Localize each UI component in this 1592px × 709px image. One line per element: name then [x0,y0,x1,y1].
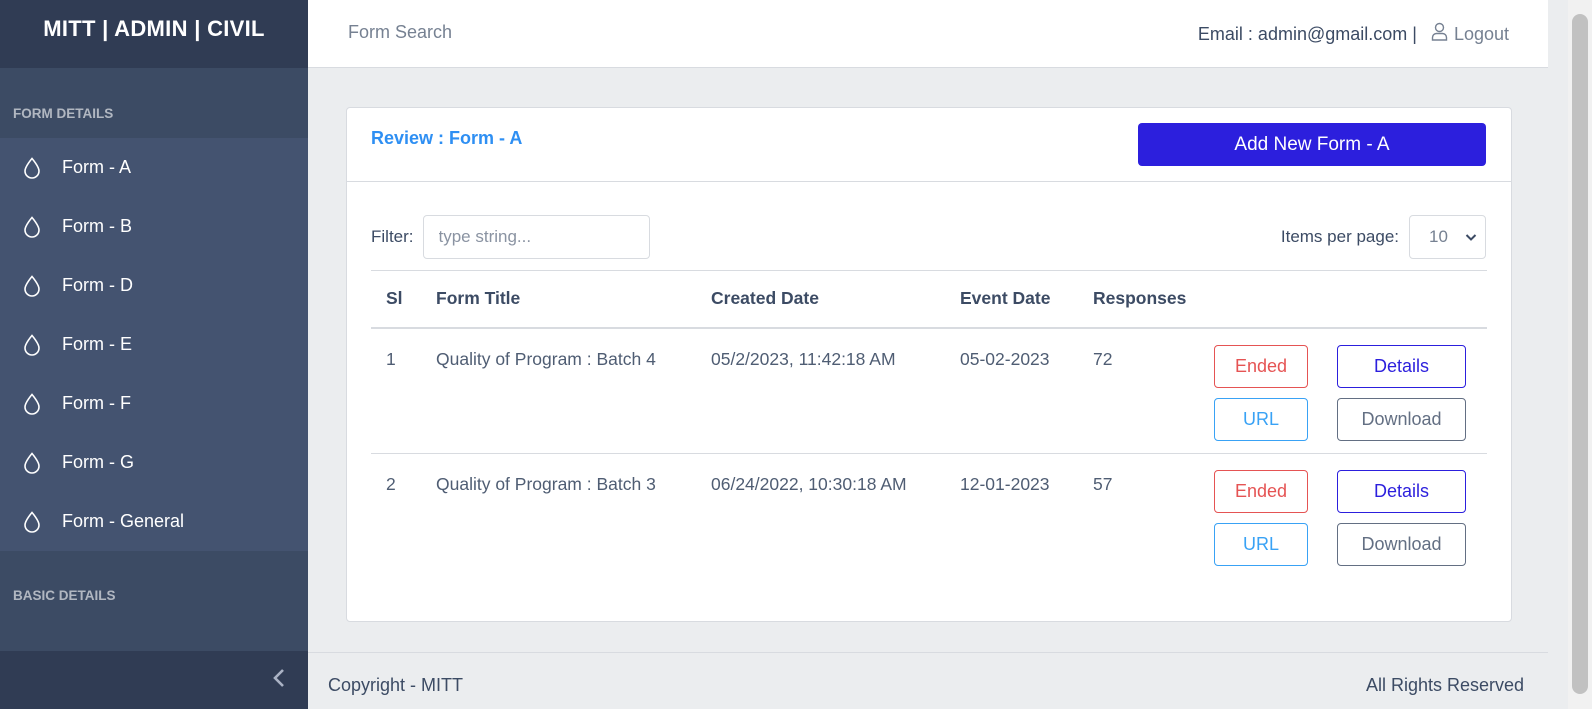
cell-responses: 72 [1093,348,1113,369]
action-buttons: Ended Details URL Download [1214,344,1487,441]
cell-actions: Ended Details URL Download [1206,328,1487,454]
drop-icon [0,510,62,533]
sidebar-item-form-f[interactable]: Form - F [0,374,308,433]
cell-created-date: 05/2/2023, 11:42:18 AM [711,348,896,369]
ended-button[interactable]: Ended [1214,470,1308,513]
sidebar-minimize-button[interactable] [0,651,308,709]
cell-created-date: 06/24/2022, 10:30:18 AM [711,474,907,494]
nav-section-form-details: FORM DETAILS [13,106,114,121]
column-header-created-date[interactable]: Created Date [696,271,945,328]
sidebar-item-label: Form - A [62,157,132,177]
ended-button[interactable]: Ended [1214,344,1308,388]
sidebar-item-label: Form - D [62,275,133,295]
column-header-event-date[interactable]: Event Date [945,271,1078,328]
drop-icon [0,215,62,238]
brand-title[interactable]: MITT | ADMIN | CIVIL [0,0,308,68]
column-header-sl[interactable]: Sl [371,271,421,328]
footer: Copyright - MITT All Rights Reserved [308,652,1548,709]
url-button[interactable]: URL [1214,397,1308,441]
page-scrollbar[interactable] [1568,0,1592,709]
filter-label: Filter: [371,227,414,246]
sidebar-item-form-general[interactable]: Form - General [0,492,308,551]
drop-icon [0,392,62,415]
column-header-actions [1206,271,1487,328]
forms-table: Sl Form Title Created Date Event Date Re… [371,270,1487,580]
sidebar-item-form-b[interactable]: Form - B [0,197,308,256]
sidebar-item-form-e[interactable]: Form - E [0,315,308,374]
form-search-link[interactable]: Form Search [348,22,452,43]
chevron-left-icon [272,668,286,693]
sidebar-item-label: Form - F [62,393,131,413]
cell-sl: 1 [386,348,396,369]
scrollbar-thumb[interactable] [1572,14,1588,694]
footer-copyright: Copyright - MITT [328,675,464,695]
column-header-form-title[interactable]: Form Title [421,271,696,328]
download-button[interactable]: Download [1337,523,1466,566]
nav-section-basic-details: BASIC DETAILS [13,588,116,603]
sidebar-item-form-g[interactable]: Form - G [0,433,308,492]
filter-input[interactable] [422,215,650,259]
user-email: Email : admin@gmail.com | [1197,23,1417,44]
items-per-page-label: Items per page: [1280,227,1399,246]
details-button[interactable]: Details [1337,344,1466,388]
top-header: Form Search Email : admin@gmail.com | Lo… [308,0,1548,68]
cell-form-title: Quality of Program : Batch 4 [436,348,656,369]
sidebar-item-label: Form - E [62,334,132,354]
drop-icon [0,333,62,356]
footer-rights: All Rights Reserved [1365,675,1524,695]
column-header-responses[interactable]: Responses [1078,271,1206,328]
card-title: Review : Form - A [371,128,523,148]
add-new-form-button[interactable]: Add New Form - A [1138,123,1486,166]
filter-row: Filter: [371,215,650,259]
sidebar-item-label: Form - G [62,452,134,472]
card-header: Review : Form - A Add New Form - A [347,108,1511,182]
header-user-area: Email : admin@gmail.com | Logout [1198,22,1509,46]
drop-icon [0,274,62,297]
table-row: 2 Quality of Program : Batch 3 06/24/202… [371,454,1487,580]
download-button[interactable]: Download [1337,397,1466,441]
logout-label: Logout [1453,23,1509,44]
cell-form-title: Quality of Program : Batch 3 [436,474,656,494]
drop-icon [0,156,62,179]
drop-icon [0,451,62,474]
table-row: 1 Quality of Program : Batch 4 05/2/2023… [371,328,1487,454]
cell-actions: Ended Details URL Download [1206,454,1487,580]
sidebar-item-label: Form - B [62,216,132,236]
nav-group-forms: Form - A Form - B Form - D Form - E Form… [0,138,308,551]
logout-link[interactable]: Logout [1431,22,1509,46]
cell-sl: 2 [386,474,396,494]
cell-event-date: 12-01-2023 [960,474,1050,494]
sidebar: MITT | ADMIN | CIVIL FORM DETAILS Form -… [0,0,308,709]
table-header-row: Sl Form Title Created Date Event Date Re… [371,270,1487,328]
items-per-page-select[interactable]: 10 [1409,215,1486,259]
action-buttons: Ended Details URL Download [1214,470,1487,566]
user-icon [1431,22,1454,46]
review-card: Review : Form - A Add New Form - A Filte… [346,107,1512,622]
sidebar-item-form-d[interactable]: Form - D [0,256,308,315]
cell-event-date: 05-02-2023 [960,348,1050,369]
details-button[interactable]: Details [1337,470,1466,513]
sidebar-item-label: Form - General [62,511,185,531]
items-per-page-row: Items per page: 10 [1281,215,1486,259]
sidebar-item-form-a[interactable]: Form - A [0,138,308,197]
items-per-page-value: 10 [1429,227,1448,246]
cell-responses: 57 [1093,474,1113,494]
url-button[interactable]: URL [1214,523,1308,566]
